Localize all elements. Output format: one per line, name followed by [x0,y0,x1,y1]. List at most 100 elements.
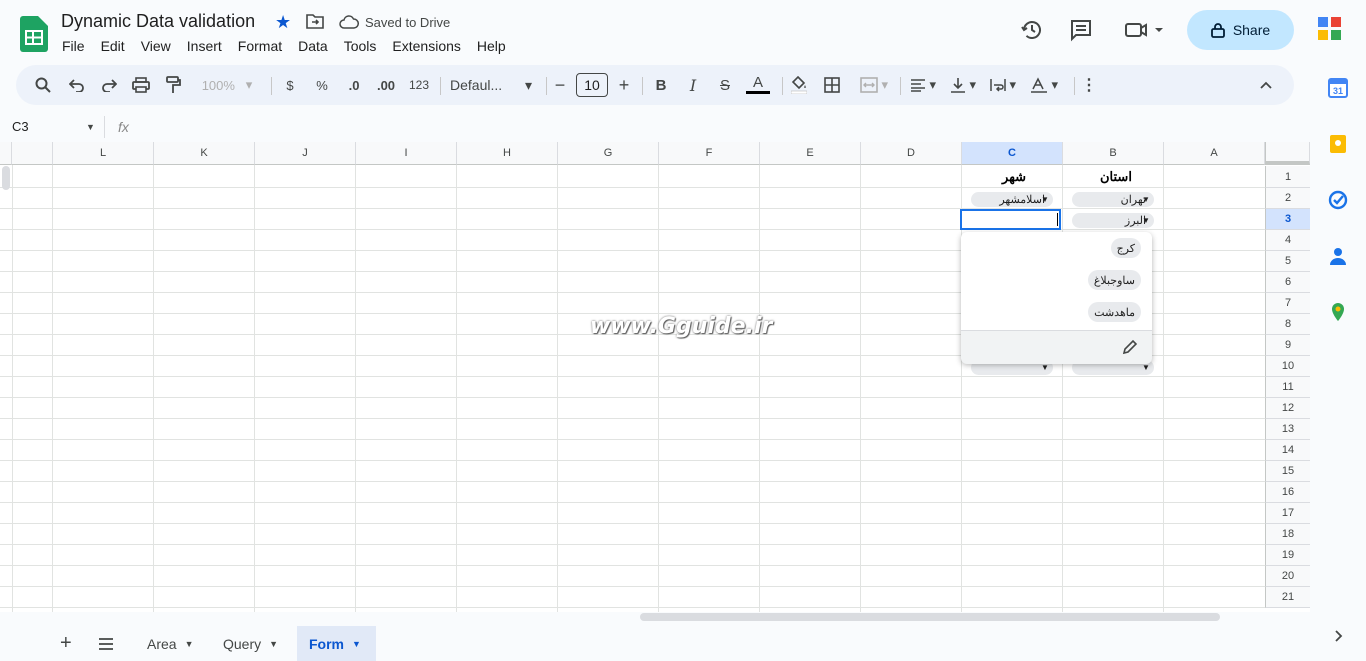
maps-icon[interactable] [1328,302,1348,322]
redo-icon[interactable] [98,73,120,97]
sheet-tab-area[interactable]: Area ▼ [135,626,206,661]
select-all-corner[interactable] [1265,142,1310,165]
dropdown-option[interactable]: ماهدشت [1088,302,1141,322]
column-header-J[interactable]: J [255,142,356,165]
column-header-A[interactable]: A [1164,142,1265,165]
row-header-3[interactable]: 3 [1265,209,1310,230]
row-header-5[interactable]: 5 [1265,251,1310,272]
row-header-2[interactable]: 2 [1265,188,1310,209]
column-header-C[interactable]: C [962,142,1063,165]
workspace-apps-icon[interactable] [1316,15,1344,43]
tasks-icon[interactable] [1328,190,1348,210]
more-options-icon[interactable]: ⋮ [1080,73,1098,97]
star-icon[interactable]: ★ [275,12,291,33]
currency-format-button[interactable]: $ [280,73,300,97]
horizontal-align-icon[interactable]: ▾ [906,73,940,97]
menu-view[interactable]: View [141,38,171,54]
menu-data[interactable]: Data [298,38,328,54]
bold-button[interactable]: B [652,73,670,97]
font-family-select[interactable]: Defaul... ▾ [450,73,532,97]
cell-C2-dropdown-chip[interactable]: ▼ اسلامشهر [971,192,1053,207]
print-icon[interactable] [130,73,152,97]
sheet-tab-form[interactable]: Form ▼ [297,626,376,661]
row-header-4[interactable]: 4 [1265,230,1310,251]
decrease-decimal-button[interactable]: .0 [342,73,366,97]
menu-tools[interactable]: Tools [344,38,377,54]
spreadsheet-grid[interactable]: L K J I H G F E D C B A 1 2 3 4 5 6 7 8 … [0,142,1310,612]
comments-icon[interactable] [1069,18,1093,42]
row-header-12[interactable]: 12 [1265,398,1310,419]
column-header-H[interactable]: H [457,142,558,165]
number-format-button[interactable]: 123 [406,73,432,97]
row-header-19[interactable]: 19 [1265,545,1310,566]
undo-icon[interactable] [66,73,88,97]
merge-cells-icon[interactable]: ▾ [856,73,892,97]
percent-format-button[interactable]: % [312,73,332,97]
menu-insert[interactable]: Insert [187,38,222,54]
row-header-8[interactable]: 8 [1265,314,1310,335]
italic-button[interactable]: I [684,73,702,97]
row-header-6[interactable]: 6 [1265,272,1310,293]
vertical-align-icon[interactable]: ▾ [946,73,980,97]
dropdown-option[interactable]: ساوجبلاغ [1087,270,1141,290]
column-header-L[interactable]: L [53,142,154,165]
all-sheets-icon[interactable] [86,626,126,661]
row-header-18[interactable]: 18 [1265,524,1310,545]
dropdown-option[interactable]: کرج [1110,238,1141,258]
decrease-font-size-button[interactable]: − [552,73,568,97]
contacts-icon[interactable] [1328,246,1348,266]
sheet-tab-query[interactable]: Query ▼ [211,626,290,661]
sheets-logo-icon[interactable] [20,16,48,52]
vertical-scrollbar[interactable] [2,166,10,190]
row-header-15[interactable]: 15 [1265,461,1310,482]
row-header-17[interactable]: 17 [1265,503,1310,524]
keep-icon[interactable] [1328,134,1348,154]
column-header-E[interactable]: E [760,142,861,165]
strikethrough-button[interactable]: S [716,73,734,97]
horizontal-scrollbar[interactable] [640,613,1220,621]
name-box-dropdown-icon[interactable]: ▼ [86,122,95,132]
cell-B2-dropdown-chip[interactable]: ▼ تهران [1072,192,1154,207]
increase-font-size-button[interactable]: + [616,73,632,97]
increase-decimal-button[interactable]: .00 [372,73,400,97]
cell-B3-dropdown-chip[interactable]: ▼ البرز [1072,213,1154,228]
row-header-10[interactable]: 10 [1265,356,1310,377]
row-header-20[interactable]: 20 [1265,566,1310,587]
share-button[interactable]: Share [1187,10,1294,50]
cloud-saved-icon[interactable] [339,14,359,30]
menu-help[interactable]: Help [477,38,506,54]
menu-extensions[interactable]: Extensions [392,38,460,54]
row-header-14[interactable]: 14 [1265,440,1310,461]
column-header-K[interactable]: K [154,142,255,165]
row-header-9[interactable]: 9 [1265,335,1310,356]
add-sheet-icon[interactable]: + [48,626,84,661]
menu-edit[interactable]: Edit [101,38,125,54]
version-history-icon[interactable] [1020,18,1044,42]
column-header-B[interactable]: B [1063,142,1164,165]
cell-C1[interactable]: شهر [1002,169,1026,185]
row-header-21[interactable]: 21 [1265,587,1310,608]
document-title[interactable]: Dynamic Data validation [61,11,255,32]
borders-icon[interactable] [822,73,842,97]
cell-B1[interactable]: استان [1100,169,1132,185]
zoom-select[interactable]: 100% ▾ [196,73,258,97]
name-box[interactable]: C3 [12,119,29,134]
meet-icon[interactable] [1124,18,1164,42]
paint-format-icon[interactable] [162,73,184,97]
collapse-toolbar-icon[interactable] [1256,73,1276,97]
text-wrapping-icon[interactable]: ▾ [986,73,1020,97]
font-size-input[interactable]: 10 [576,73,608,97]
menu-format[interactable]: Format [238,38,282,54]
text-color-button[interactable]: A [746,73,770,94]
column-header-G[interactable]: G [558,142,659,165]
calendar-icon[interactable]: 31 [1328,78,1348,98]
search-menus-icon[interactable] [32,73,54,97]
text-rotation-icon[interactable]: ▾ [1026,73,1062,97]
menu-file[interactable]: File [62,38,85,54]
column-header-F[interactable]: F [659,142,760,165]
column-header-I[interactable]: I [356,142,457,165]
active-cell-C3-editor[interactable] [960,209,1061,230]
row-header-7[interactable]: 7 [1265,293,1310,314]
row-header-1[interactable]: 1 [1265,166,1310,188]
move-folder-icon[interactable] [306,13,324,29]
